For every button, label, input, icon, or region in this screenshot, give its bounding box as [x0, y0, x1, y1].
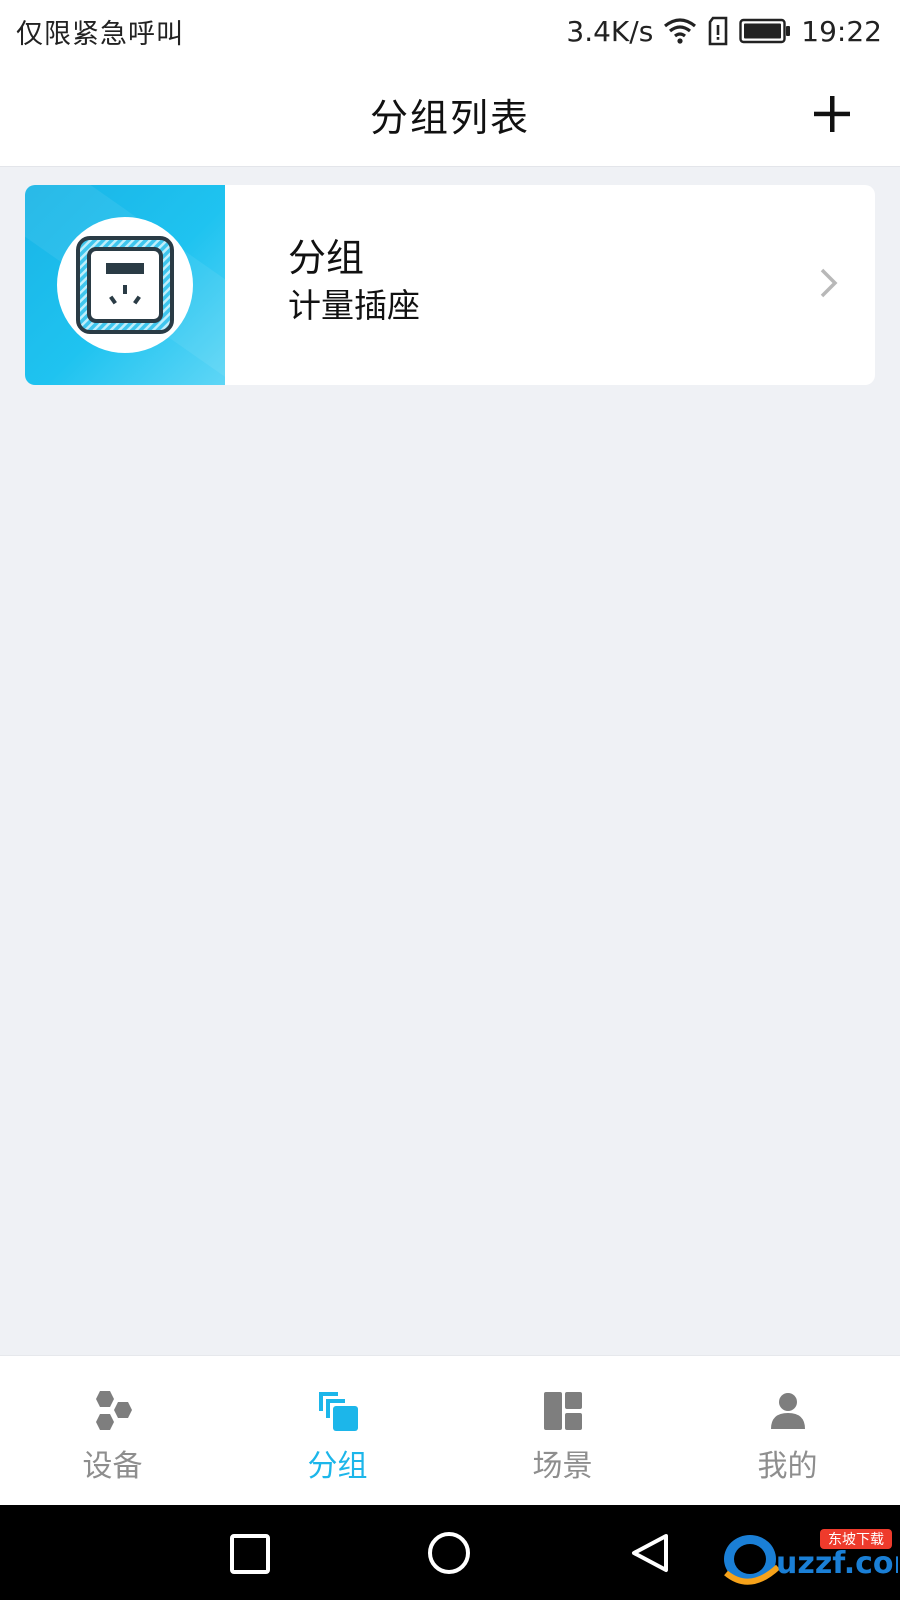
nav-label: 分组	[307, 1449, 368, 1484]
nav-label: 设备	[82, 1449, 143, 1484]
app-header: 分组列表	[0, 62, 900, 167]
layout-icon	[543, 1392, 582, 1430]
nav-profile[interactable]: 我的	[675, 1356, 900, 1506]
chevron-right-icon	[820, 268, 838, 298]
wifi-icon	[663, 17, 697, 45]
network-speed: 3.4K/s	[566, 14, 654, 48]
nav-groups[interactable]: 分组	[225, 1356, 450, 1506]
sim-alert-icon	[707, 16, 729, 46]
recent-apps-icon[interactable]	[228, 1532, 272, 1576]
system-nav-bar: 东坡下载 uzzf.com	[0, 1505, 900, 1600]
nav-label: 我的	[757, 1449, 818, 1484]
status-bar: 仅限紧急呼叫 3.4K/s 19:22	[0, 0, 900, 62]
nav-devices[interactable]: 设备	[0, 1356, 225, 1506]
back-icon[interactable]	[628, 1532, 672, 1576]
status-indicators: 3.4K/s 19:22	[566, 15, 882, 48]
plus-icon	[814, 96, 850, 132]
hexagons-icon	[95, 1391, 132, 1430]
group-name: 分组	[288, 236, 365, 280]
group-device-type: 计量插座	[288, 286, 420, 325]
home-icon[interactable]	[426, 1532, 472, 1578]
svg-text:uzzf.com: uzzf.com	[776, 1546, 898, 1581]
group-thumbnail	[25, 185, 281, 385]
clock: 19:22	[801, 14, 882, 48]
page-title: 分组列表	[369, 95, 530, 140]
group-list-item[interactable]: 分组 计量插座	[25, 185, 875, 385]
nav-scenes[interactable]: 场景	[450, 1356, 675, 1506]
add-group-button[interactable]	[804, 86, 860, 142]
nav-label: 场景	[532, 1449, 593, 1484]
person-icon	[770, 1393, 805, 1429]
smart-socket-icon	[76, 236, 174, 334]
bottom-nav: 设备 分组 场景 我的	[0, 1355, 900, 1506]
battery-icon	[739, 18, 791, 44]
carrier-text: 仅限紧急呼叫	[16, 18, 184, 50]
stacked-squares-icon	[318, 1392, 358, 1431]
watermark-logo: 东坡下载 uzzf.com	[724, 1529, 898, 1585]
